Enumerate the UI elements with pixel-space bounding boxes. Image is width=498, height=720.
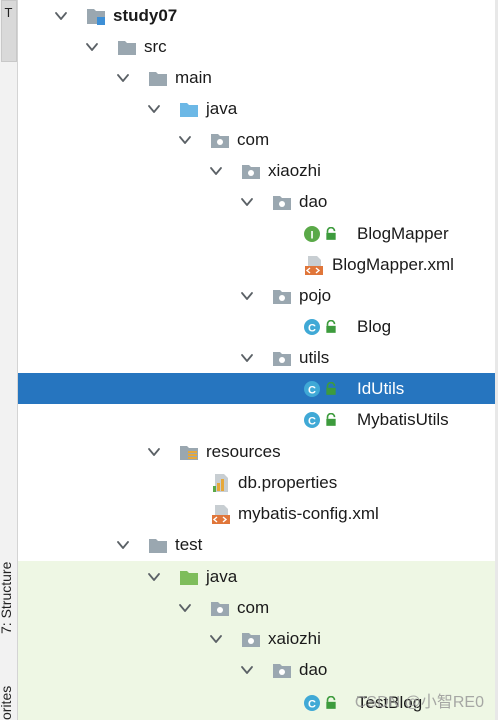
tree-node-main-pkg[interactable]: xiaozhi bbox=[17, 155, 495, 186]
chevron-down-icon[interactable] bbox=[54, 9, 68, 23]
tree-node-test-dao[interactable]: dao bbox=[17, 654, 495, 685]
resources-folder-icon bbox=[178, 441, 200, 463]
tree-node-pojo[interactable]: pojo bbox=[17, 280, 495, 311]
source-folder-icon bbox=[178, 98, 200, 120]
structure-tool-tab[interactable]: 7: Structure bbox=[0, 514, 18, 634]
node-label: xiaozhi bbox=[268, 161, 321, 180]
node-label: main bbox=[175, 68, 212, 87]
tree-node-test[interactable]: test bbox=[17, 529, 495, 560]
class-icon bbox=[303, 692, 325, 714]
package-icon bbox=[209, 129, 231, 151]
class-icon bbox=[303, 409, 325, 431]
lock-icon bbox=[324, 227, 338, 241]
watermark: CSDN @小智RE0 bbox=[354, 694, 484, 711]
class-icon bbox=[303, 378, 325, 400]
node-label: db.properties bbox=[238, 473, 338, 492]
tree-node-db-properties[interactable]: db.properties bbox=[17, 467, 495, 498]
project-icon bbox=[85, 5, 107, 27]
chevron-down-icon[interactable] bbox=[240, 289, 254, 303]
package-icon bbox=[271, 659, 293, 681]
tree-node-src[interactable]: src bbox=[17, 31, 495, 62]
project-name: study07 bbox=[113, 6, 178, 25]
node-label: dao bbox=[299, 192, 328, 211]
package-icon bbox=[240, 628, 262, 650]
tree-node-main-java[interactable]: java bbox=[17, 93, 495, 124]
tree-node-blog-mapper-xml[interactable]: BlogMapper.xml bbox=[17, 249, 495, 280]
chevron-down-icon[interactable] bbox=[147, 445, 161, 459]
interface-icon bbox=[303, 223, 325, 245]
tree-node-blog-mapper[interactable]: BlogMapper bbox=[17, 218, 495, 249]
node-label: IdUtils bbox=[357, 379, 405, 398]
node-label: mybatis-config.xml bbox=[238, 504, 379, 523]
package-icon bbox=[271, 191, 293, 213]
folder-icon bbox=[147, 67, 169, 89]
chevron-down-icon[interactable] bbox=[147, 570, 161, 584]
node-label: xaiozhi bbox=[268, 629, 321, 648]
tree-node-mybatis-utils[interactable]: MybatisUtils bbox=[17, 404, 495, 435]
chevron-down-icon[interactable] bbox=[116, 538, 130, 552]
lock-icon bbox=[324, 413, 338, 427]
node-label: Blog bbox=[357, 317, 392, 336]
top-tab-label: T bbox=[4, 4, 13, 20]
chevron-down-icon[interactable] bbox=[85, 40, 99, 54]
test-folder-icon bbox=[178, 566, 200, 588]
node-label: MybatisUtils bbox=[357, 410, 449, 429]
chevron-down-icon[interactable] bbox=[116, 71, 130, 85]
tree-node-resources[interactable]: resources bbox=[17, 436, 495, 467]
chevron-down-icon[interactable] bbox=[147, 102, 161, 116]
package-icon bbox=[240, 160, 262, 182]
tree-node-main[interactable]: main bbox=[17, 62, 495, 93]
node-label: pojo bbox=[299, 286, 332, 305]
package-icon bbox=[209, 597, 231, 619]
tree-node-utils[interactable]: utils bbox=[17, 342, 495, 373]
tree-node-dao[interactable]: dao bbox=[17, 186, 495, 217]
tree-node-project[interactable]: study07 bbox=[17, 0, 495, 31]
folder-icon bbox=[147, 534, 169, 556]
chevron-down-icon[interactable] bbox=[240, 351, 254, 365]
node-label: test bbox=[175, 535, 203, 554]
lock-icon bbox=[324, 320, 338, 334]
tree-node-test-java[interactable]: java bbox=[17, 561, 495, 592]
chevron-down-icon[interactable] bbox=[209, 164, 223, 178]
properties-file-icon bbox=[210, 472, 232, 494]
chevron-down-icon[interactable] bbox=[178, 133, 192, 147]
node-label: com bbox=[237, 130, 270, 149]
node-label: utils bbox=[299, 348, 330, 367]
node-label: BlogMapper.xml bbox=[332, 255, 454, 274]
class-icon bbox=[303, 316, 325, 338]
tree-node-mybatis-config[interactable]: mybatis-config.xml bbox=[17, 498, 495, 529]
favorites-tool-tab[interactable]: orites bbox=[0, 664, 18, 720]
tree-node-id-utils[interactable]: IdUtils bbox=[17, 373, 495, 404]
package-icon bbox=[271, 347, 293, 369]
tree-node-main-com[interactable]: com bbox=[17, 124, 495, 155]
package-icon bbox=[271, 285, 293, 307]
chevron-down-icon[interactable] bbox=[240, 195, 254, 209]
xml-file-icon bbox=[303, 254, 325, 276]
tree-node-blog[interactable]: Blog bbox=[17, 311, 495, 342]
left-tool-strip: T 7: Structure orites bbox=[0, 0, 18, 720]
node-label: java bbox=[206, 99, 238, 118]
tree-node-test-pkg[interactable]: xaiozhi bbox=[17, 623, 495, 654]
project-tree: study07 src main java com xiaozhi dao Bl… bbox=[17, 0, 495, 720]
tree-node-test-com[interactable]: com bbox=[17, 592, 495, 623]
node-label: BlogMapper bbox=[357, 224, 449, 243]
folder-icon bbox=[116, 36, 138, 58]
lock-icon bbox=[324, 382, 338, 396]
chevron-down-icon[interactable] bbox=[178, 601, 192, 615]
node-label: java bbox=[206, 567, 238, 586]
node-label: resources bbox=[206, 442, 281, 461]
xml-file-icon bbox=[210, 503, 232, 525]
node-label: com bbox=[237, 598, 270, 617]
node-label: dao bbox=[299, 660, 328, 679]
chevron-down-icon[interactable] bbox=[240, 663, 254, 677]
lock-icon bbox=[324, 696, 338, 710]
node-label: src bbox=[144, 37, 167, 56]
chevron-down-icon[interactable] bbox=[209, 632, 223, 646]
